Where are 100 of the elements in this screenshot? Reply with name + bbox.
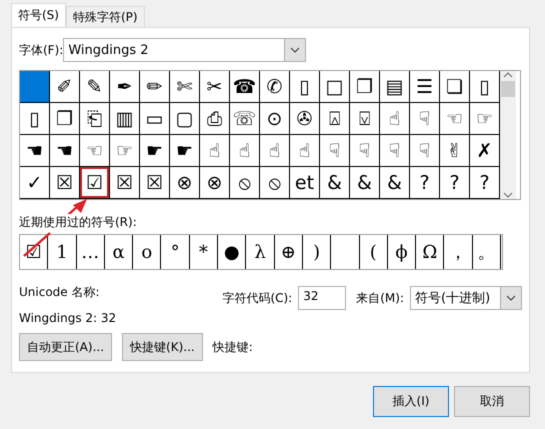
symbol-cell[interactable]: ☛: [170, 135, 200, 167]
symbol-cell[interactable]: ☜: [440, 103, 470, 135]
symbol-cell[interactable]: ☚: [50, 135, 80, 167]
recent-symbol-cell[interactable]: ο: [133, 235, 162, 269]
symbol-cell[interactable]: ☒: [140, 167, 170, 199]
recent-symbol-cell[interactable]: ⊕: [274, 235, 303, 269]
recent-symbol-cell[interactable]: …: [76, 235, 105, 269]
symbol-cell[interactable]: ✂: [200, 71, 230, 103]
insert-button[interactable]: 插入(I): [373, 386, 449, 417]
symbol-cell[interactable]: ✐: [50, 71, 80, 103]
recent-symbol-cell[interactable]: 1: [48, 235, 77, 269]
caret-icon: [506, 295, 516, 301]
symbol-cell[interactable]: ⦸: [230, 167, 260, 199]
symbol-cell[interactable]: ☟: [380, 135, 410, 167]
scrollbar-thumb[interactable]: [501, 81, 515, 97]
symbol-cell[interactable]: ⊙: [260, 103, 290, 135]
symbol-cell[interactable]: ▯: [470, 71, 500, 103]
symbol-cell[interactable]: ?: [410, 167, 440, 199]
symbol-cell[interactable]: ❏: [440, 71, 470, 103]
symbol-cell[interactable]: ⎗: [80, 103, 110, 135]
symbol-cell[interactable]: ✌: [440, 135, 470, 167]
char-code-label: 字符代码(C):: [222, 290, 292, 306]
recent-symbol-cell[interactable]: α: [104, 235, 134, 269]
symbol-cell[interactable]: ❐: [50, 103, 80, 135]
symbol-cell[interactable]: ⊗: [170, 167, 200, 199]
symbol-cell[interactable]: ☝: [230, 135, 260, 167]
symbol-cell[interactable]: ☝: [200, 135, 230, 167]
tab[interactable]: 特殊字符(P): [66, 6, 145, 27]
recent-symbol-cell[interactable]: ●: [218, 235, 246, 269]
symbol-cell[interactable]: ☟: [410, 103, 440, 135]
scroll-up-icon[interactable]: [503, 71, 513, 79]
from-label: 来自(M):: [356, 290, 404, 306]
symbol-cell[interactable]: ▢: [170, 103, 200, 135]
symbol-cell[interactable]: ☝: [260, 135, 290, 167]
font-label: 字体(F):: [19, 42, 64, 58]
recent-symbol-cell[interactable]: *: [190, 235, 218, 269]
symbol-cell[interactable]: ⊗: [200, 167, 230, 199]
symbol-cell[interactable]: ☚: [20, 135, 50, 167]
recent-symbol-cell[interactable]: (: [360, 235, 388, 269]
symbol-cell[interactable]: ☏: [230, 103, 260, 135]
symbol-cell[interactable]: ☞: [470, 103, 500, 135]
symbol-cell[interactable]: ✒: [110, 71, 140, 103]
symbol-cell[interactable]: ✓: [20, 167, 50, 199]
symbol-cell[interactable]: ✄: [170, 71, 200, 103]
symbol-cell[interactable]: ▥: [110, 103, 140, 135]
symbol-cell[interactable]: ⍓: [320, 103, 350, 135]
symbol-cell[interactable]: ☰: [410, 71, 440, 103]
symbol-cell[interactable]: ☟: [320, 135, 350, 167]
symbol-cell[interactable]: ☟: [410, 135, 440, 167]
symbol-cell[interactable]: ☟: [350, 135, 380, 167]
recent-symbol-cell[interactable]: 。: [472, 235, 502, 269]
symbol-cell[interactable]: ☒: [50, 167, 80, 199]
symbol-cell[interactable]: ▯: [20, 103, 50, 135]
symbol-cell[interactable]: ☒: [110, 167, 140, 199]
symbol-cell[interactable]: ✆: [260, 71, 290, 103]
char-code-field[interactable]: 32: [298, 286, 346, 310]
symbol-cell[interactable]: ☜: [80, 135, 110, 167]
recent-symbols-label: 近期使用过的符号(R):: [19, 214, 137, 231]
symbol-cell[interactable]: ☑: [80, 167, 110, 199]
symbol-cell[interactable]: &: [320, 167, 350, 199]
font-dropdown[interactable]: Wingdings 2: [63, 38, 306, 62]
symbol-cell[interactable]: ✏: [140, 71, 170, 103]
tab[interactable]: 符号(S): [11, 3, 66, 27]
recent-symbol-cell[interactable]: °: [161, 235, 190, 269]
symbol-cell[interactable]: [20, 71, 50, 103]
scroll-down-icon[interactable]: [503, 191, 513, 199]
symbol-cell[interactable]: ☎: [230, 71, 260, 103]
symbol-cell[interactable]: ✎: [80, 71, 110, 103]
recent-symbol-cell[interactable]: ϕ: [388, 235, 416, 269]
symbol-cell[interactable]: ❐: [350, 71, 380, 103]
symbol-cell[interactable]: ⦸: [260, 167, 290, 199]
symbol-cell[interactable]: ☝: [290, 135, 320, 167]
symbol-cell[interactable]: ☛: [140, 135, 170, 167]
symbol-cell[interactable]: □: [320, 71, 350, 103]
unicode-name-label: Unicode 名称:: [19, 284, 101, 301]
symbol-cell[interactable]: ▤: [380, 71, 410, 103]
symbol-cell[interactable]: &: [350, 167, 380, 199]
arrow-annotation: [66, 198, 88, 216]
symbol-cell[interactable]: ▭: [140, 103, 170, 135]
symbol-cell[interactable]: &: [380, 167, 410, 199]
symbol-cell[interactable]: ⎙: [200, 103, 230, 135]
recent-symbol-cell[interactable]: λ: [246, 235, 275, 269]
dialog-button[interactable]: 快捷键(K)...: [122, 333, 203, 361]
cancel-button[interactable]: 取消: [454, 386, 530, 417]
from-dropdown[interactable]: 符号(十进制): [410, 286, 522, 310]
scrollbar[interactable]: [500, 71, 516, 199]
recent-symbol-cell[interactable]: ): [302, 235, 332, 269]
recent-symbol-cell[interactable]: ，: [444, 235, 473, 269]
symbol-cell[interactable]: ?: [470, 167, 500, 199]
symbol-cell[interactable]: ✗: [470, 135, 500, 167]
symbol-cell[interactable]: ☞: [110, 135, 140, 167]
symbol-cell[interactable]: ?: [440, 167, 470, 199]
symbol-cell[interactable]: ⍌: [350, 103, 380, 135]
symbol-cell[interactable]: ☝: [380, 103, 410, 135]
symbol-cell[interactable]: et: [290, 167, 320, 199]
dialog-button[interactable]: 自动更正(A)...: [19, 333, 112, 361]
symbol-cell[interactable]: ✇: [290, 103, 320, 135]
recent-symbol-cell[interactable]: Ω: [416, 235, 444, 269]
symbol-cell[interactable]: ▯: [290, 71, 320, 103]
shortcut-label: 快捷键:: [212, 338, 253, 356]
